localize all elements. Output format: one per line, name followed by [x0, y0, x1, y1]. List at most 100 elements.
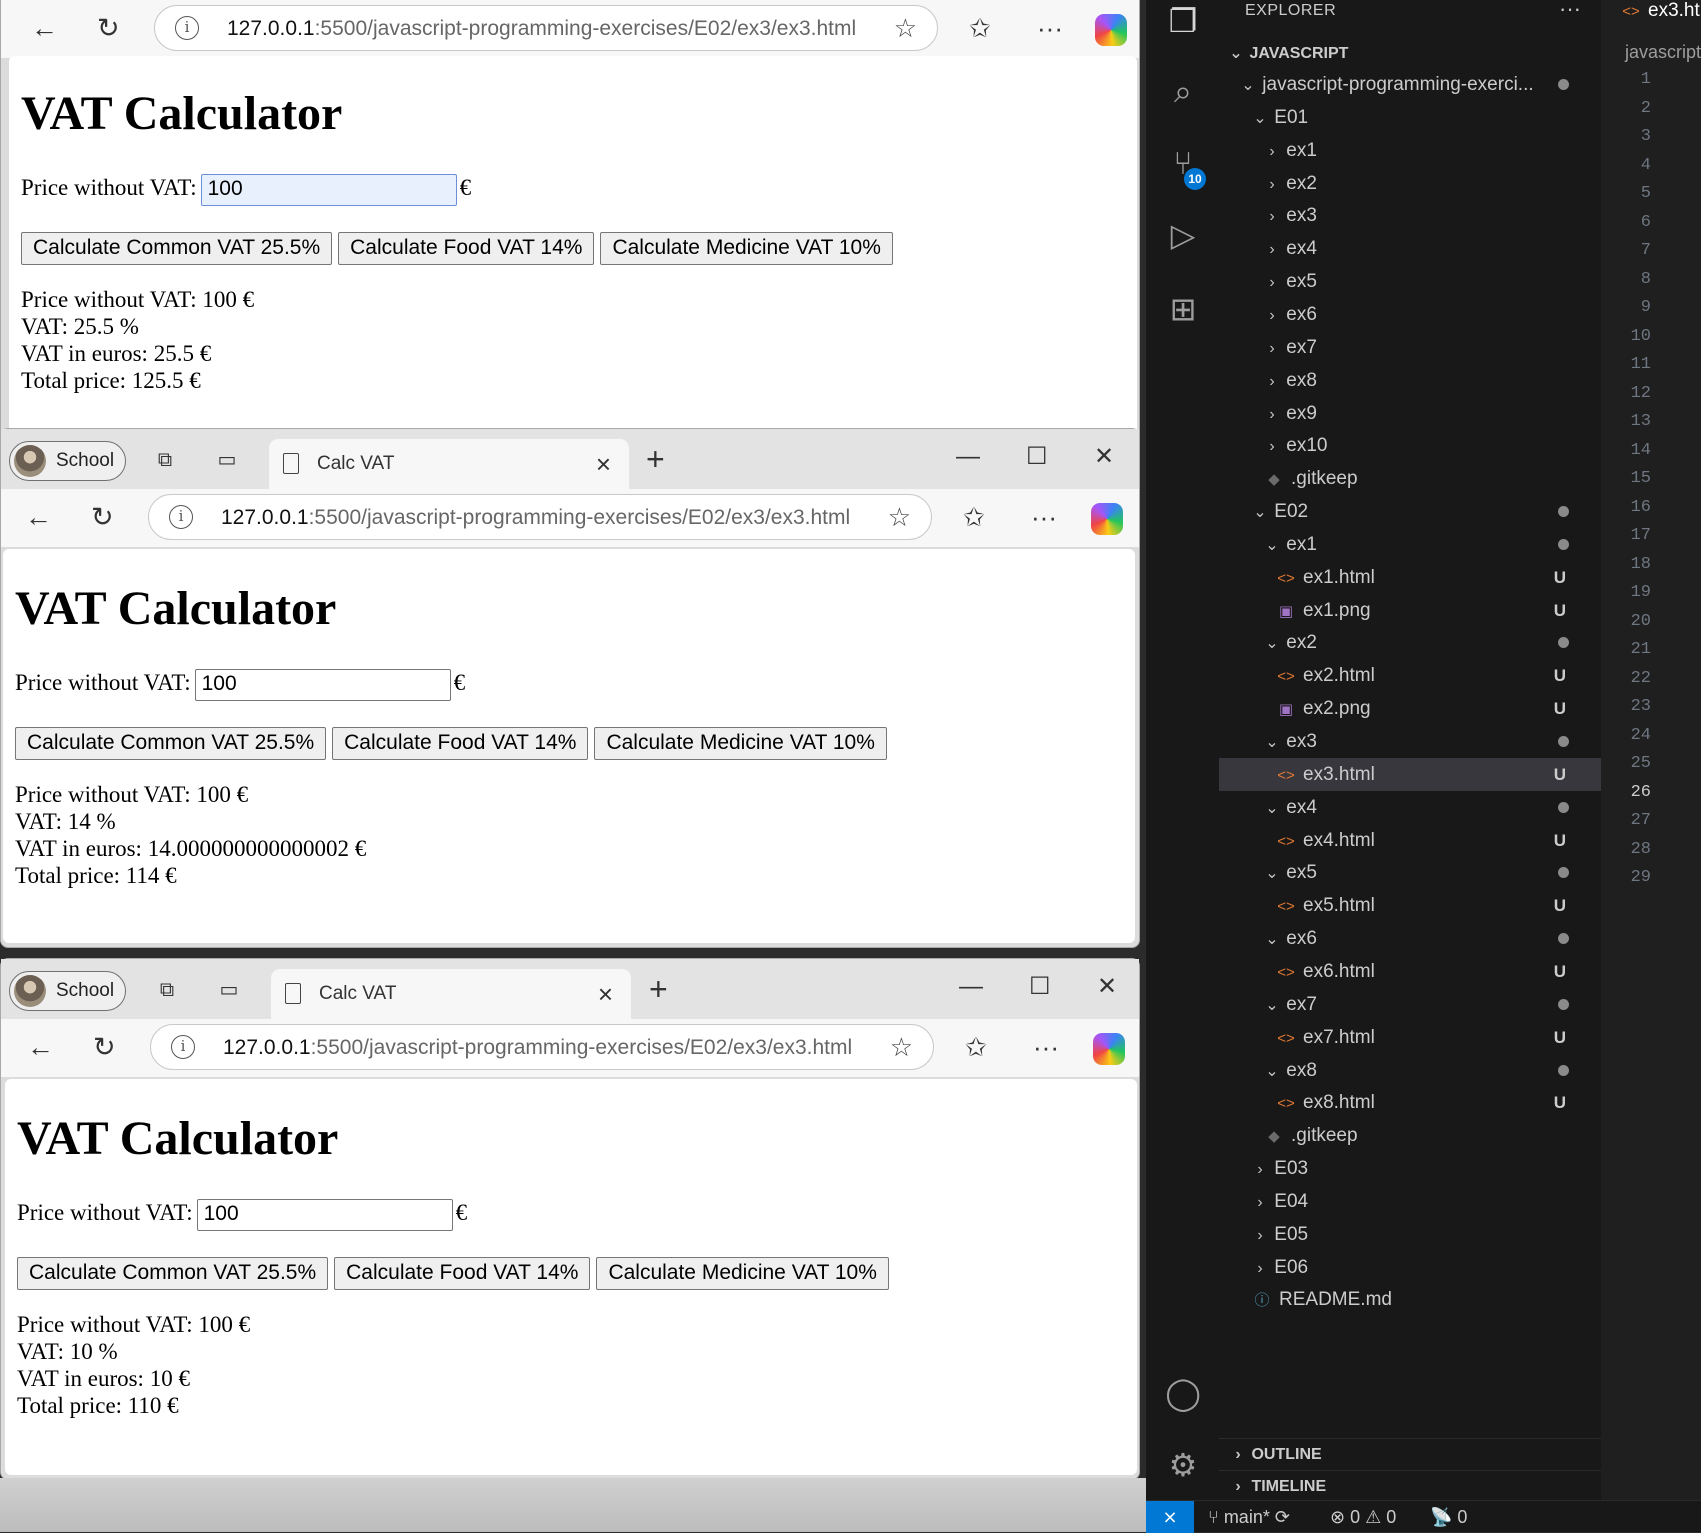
food-vat-button[interactable]: Calculate Food VAT 14%: [332, 727, 589, 760]
favorites-icon[interactable]: ✩: [963, 501, 985, 533]
workspaces-icon[interactable]: ⧉: [153, 449, 177, 471]
back-arrow-icon[interactable]: ←: [27, 1031, 54, 1063]
tree-item[interactable]: <> ex1.html U: [1219, 561, 1601, 594]
medicine-vat-button[interactable]: Calculate Medicine VAT 10%: [596, 1257, 889, 1290]
editor-tab[interactable]: <> ex3.ht: [1620, 0, 1700, 22]
search-icon[interactable]: ⌕: [1164, 72, 1202, 110]
back-arrow-icon[interactable]: ←: [31, 12, 58, 44]
settings-gear-icon[interactable]: ⚙: [1164, 1446, 1202, 1484]
tree-item[interactable]: <> ex8.html U: [1219, 1086, 1601, 1119]
timeline-section[interactable]: › TIMELINE: [1219, 1470, 1601, 1502]
tree-item[interactable]: › ex8: [1219, 364, 1601, 397]
tree-item[interactable]: › E03: [1219, 1152, 1601, 1185]
refresh-icon[interactable]: ↻: [97, 12, 120, 44]
copilot-icon[interactable]: [1095, 14, 1127, 46]
tree-item[interactable]: › ex9: [1219, 397, 1601, 430]
workspace-root[interactable]: ⌄ JAVASCRIPT: [1219, 37, 1601, 70]
tree-item[interactable]: ⌄ ex8: [1219, 1054, 1601, 1087]
back-arrow-icon[interactable]: ←: [25, 501, 52, 533]
tree-item[interactable]: › E06: [1219, 1251, 1601, 1284]
tree-item[interactable]: ⌄ ex2: [1219, 626, 1601, 659]
new-tab-icon[interactable]: +: [649, 973, 668, 1005]
price-input[interactable]: 100: [196, 1198, 453, 1231]
tree-item[interactable]: <> ex7.html U: [1219, 1021, 1601, 1054]
tree-item[interactable]: › ex2: [1219, 167, 1601, 200]
tree-item[interactable]: › E04: [1219, 1185, 1601, 1218]
price-input[interactable]: 100: [200, 173, 457, 206]
tree-item[interactable]: <> ex2.html U: [1219, 659, 1601, 692]
explorer-icon[interactable]: ❐: [1164, 2, 1202, 40]
tree-item[interactable]: › ex1: [1219, 134, 1601, 167]
tree-item[interactable]: <> ex5.html U: [1219, 889, 1601, 922]
tree-item[interactable]: › ex7: [1219, 331, 1601, 364]
refresh-icon[interactable]: ↻: [93, 1031, 116, 1063]
medicine-vat-button[interactable]: Calculate Medicine VAT 10%: [600, 232, 893, 265]
favorites-icon[interactable]: ✩: [965, 1031, 987, 1063]
site-info-icon[interactable]: i: [171, 1035, 195, 1059]
tree-item[interactable]: ⌄ E02: [1219, 495, 1601, 528]
tree-item[interactable]: <> ex4.html U: [1219, 824, 1601, 857]
tab-calc-vat[interactable]: Calc VAT ×: [269, 439, 629, 491]
maximize-icon[interactable]: ☐: [1029, 971, 1051, 1003]
common-vat-button[interactable]: Calculate Common VAT 25.5%: [15, 727, 327, 760]
tree-item[interactable]: › ex3: [1219, 199, 1601, 232]
favorites-icon[interactable]: ✩: [969, 12, 991, 44]
favorite-star-icon[interactable]: ☆: [890, 1032, 913, 1062]
refresh-icon[interactable]: ↻: [91, 501, 114, 533]
tab-actions-icon[interactable]: ▭: [215, 449, 239, 471]
tab-calc-vat[interactable]: Calc VAT ×: [271, 969, 631, 1021]
tree-item[interactable]: <> ex3.html U: [1219, 757, 1601, 791]
tree-item[interactable]: ⌄ ex4: [1219, 791, 1601, 824]
site-info-icon[interactable]: i: [169, 505, 193, 529]
account-icon[interactable]: ◯: [1164, 1374, 1202, 1412]
sync-icon[interactable]: ⟳: [1275, 1507, 1290, 1527]
tree-item[interactable]: ⌄ E01: [1219, 101, 1601, 134]
address-bar[interactable]: i 127.0.0.1:5500/javascript-programming-…: [150, 1024, 934, 1070]
tree-item[interactable]: <> ex6.html U: [1219, 955, 1601, 988]
copilot-icon[interactable]: [1093, 1033, 1125, 1065]
common-vat-button[interactable]: Calculate Common VAT 25.5%: [21, 232, 333, 265]
tree-item[interactable]: › E05: [1219, 1218, 1601, 1251]
tree-item[interactable]: ⌄ ex1: [1219, 528, 1601, 561]
more-menu-icon[interactable]: ···: [1031, 501, 1057, 533]
tree-item[interactable]: › ex6: [1219, 298, 1601, 331]
tree-item[interactable]: › ex10: [1219, 429, 1601, 462]
tree-item[interactable]: ▣ ex2.png U: [1219, 692, 1601, 725]
more-menu-icon[interactable]: ···: [1033, 1031, 1059, 1063]
more-menu-icon[interactable]: ···: [1037, 12, 1063, 44]
tree-item[interactable]: ⌄ ex6: [1219, 922, 1601, 955]
price-input[interactable]: 100: [194, 668, 451, 701]
tree-item[interactable]: ⌄ javascript-programming-exerci...: [1219, 68, 1601, 101]
ports-indicator[interactable]: 📡 0: [1430, 1501, 1467, 1533]
extensions-icon[interactable]: ⊞: [1164, 290, 1202, 328]
favorite-star-icon[interactable]: ☆: [894, 13, 917, 43]
breadcrumb[interactable]: javascript: [1625, 42, 1701, 63]
food-vat-button[interactable]: Calculate Food VAT 14%: [338, 232, 595, 265]
profile-button[interactable]: School: [9, 441, 126, 481]
maximize-icon[interactable]: ☐: [1026, 441, 1048, 473]
profile-button[interactable]: School: [9, 971, 126, 1011]
common-vat-button[interactable]: Calculate Common VAT 25.5%: [17, 1257, 329, 1290]
favorite-star-icon[interactable]: ☆: [888, 502, 911, 532]
outline-section[interactable]: › OUTLINE: [1219, 1438, 1601, 1470]
address-bar[interactable]: i 127.0.0.1:5500/javascript-programming-…: [154, 5, 938, 51]
remote-indicator-icon[interactable]: ⨯: [1146, 1501, 1194, 1533]
close-tab-icon[interactable]: ×: [596, 449, 611, 479]
address-bar[interactable]: i 127.0.0.1:5500/javascript-programming-…: [148, 494, 932, 540]
close-window-icon[interactable]: ✕: [1097, 971, 1117, 1003]
tree-item[interactable]: ⓘ README.md: [1219, 1283, 1601, 1316]
close-window-icon[interactable]: ✕: [1094, 441, 1114, 473]
close-tab-icon[interactable]: ×: [598, 979, 613, 1009]
new-tab-icon[interactable]: +: [646, 443, 665, 475]
food-vat-button[interactable]: Calculate Food VAT 14%: [334, 1257, 591, 1290]
explorer-more-icon[interactable]: ···: [1559, 0, 1581, 22]
tree-item[interactable]: ⌄ ex7: [1219, 988, 1601, 1021]
medicine-vat-button[interactable]: Calculate Medicine VAT 10%: [594, 727, 887, 760]
run-debug-icon[interactable]: ▷: [1164, 216, 1202, 254]
branch-indicator[interactable]: ⑂ main* ⟳: [1208, 1501, 1290, 1533]
tree-item[interactable]: ◆ .gitkeep: [1219, 462, 1601, 495]
tree-item[interactable]: › ex4: [1219, 232, 1601, 265]
problems-indicator[interactable]: ⊗ 0 ⚠ 0: [1330, 1501, 1396, 1533]
tree-item[interactable]: ◆ .gitkeep: [1219, 1119, 1601, 1152]
tree-item[interactable]: ⌄ ex5: [1219, 856, 1601, 889]
